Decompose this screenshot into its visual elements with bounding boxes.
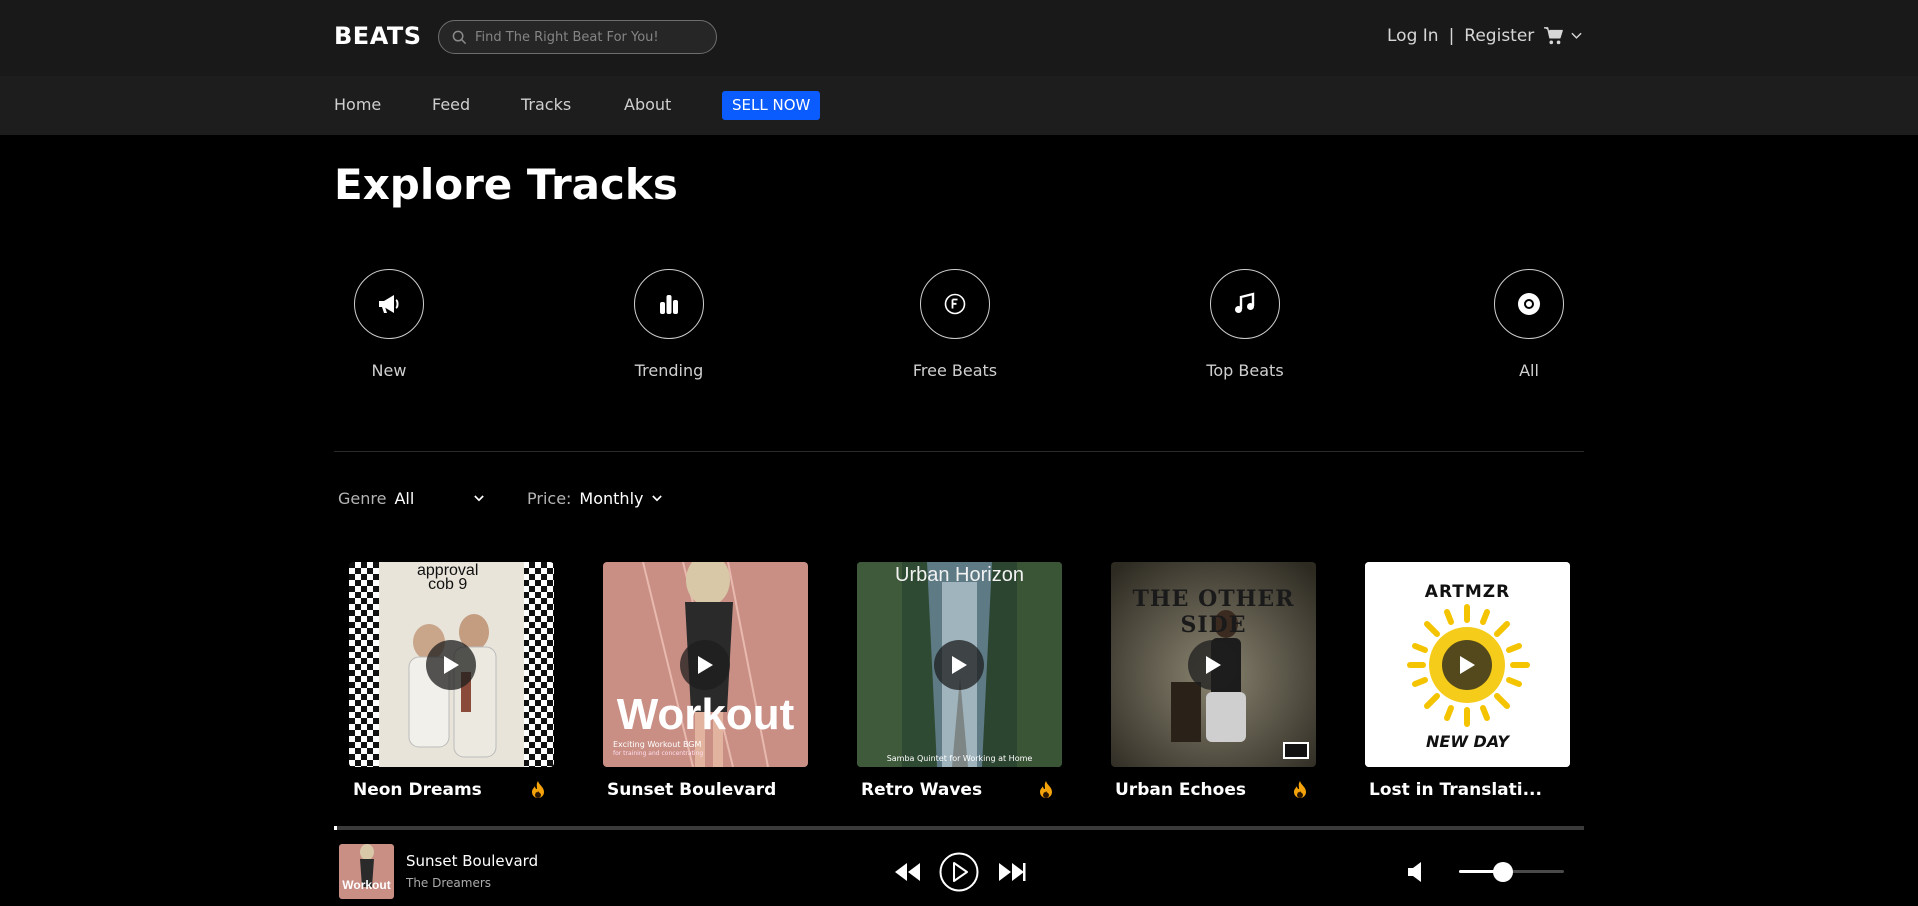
nav-home[interactable]: Home xyxy=(334,95,381,114)
play-button[interactable] xyxy=(1442,640,1492,690)
cover-text: Urban Horizon xyxy=(895,564,1024,586)
vinyl-disc-icon xyxy=(1518,293,1540,315)
price-value: Monthly xyxy=(579,489,644,508)
track-cover: Workout Exciting Workout BGM for trainin… xyxy=(603,562,808,767)
thumbnail-text: Workout xyxy=(342,878,391,892)
play-icon xyxy=(1206,656,1221,674)
track-title[interactable]: Lost in Translati... xyxy=(1369,780,1549,800)
category-label: New xyxy=(371,361,407,380)
play-button[interactable] xyxy=(426,640,476,690)
cover-subtext: Exciting Workout BGM xyxy=(613,740,702,749)
login-link[interactable]: Log In xyxy=(1387,26,1439,46)
bar-chart-icon xyxy=(660,295,678,314)
sell-now-button[interactable]: SELL NOW xyxy=(722,91,821,120)
previous-button[interactable] xyxy=(893,861,921,887)
cart-icon xyxy=(1544,27,1563,45)
category-label: Top Beats xyxy=(1206,361,1284,380)
price-filter: Price: Monthly xyxy=(527,489,663,508)
auth-separator: | xyxy=(1448,26,1455,46)
cover-subtext: for training and concentrating xyxy=(613,750,704,757)
category-trending[interactable]: Trending xyxy=(599,269,739,380)
play-pause-button[interactable] xyxy=(939,852,979,896)
genre-filter: Genre All xyxy=(338,489,485,508)
play-icon xyxy=(952,656,967,674)
category-free-beats[interactable]: Free Beats xyxy=(885,269,1025,380)
page-title: Explore Tracks xyxy=(334,160,678,209)
track-title[interactable]: Retro Waves xyxy=(861,780,1041,800)
fire-icon xyxy=(1040,781,1052,798)
genre-select[interactable]: All xyxy=(394,489,485,508)
chevron-down-icon xyxy=(652,495,663,502)
category-all[interactable]: All xyxy=(1459,269,1599,380)
nav-feed[interactable]: Feed xyxy=(432,95,470,114)
track-cover: THE OTHER SIDE xyxy=(1111,562,1316,767)
track-card[interactable]: Workout Exciting Workout BGM for trainin… xyxy=(603,562,808,800)
track-title[interactable]: Neon Dreams xyxy=(353,780,533,800)
cover-text: THE OTHER SIDE xyxy=(1132,586,1295,638)
price-select[interactable]: Monthly xyxy=(579,489,663,508)
chevron-down-icon xyxy=(1571,32,1582,39)
rewind-icon xyxy=(895,863,920,881)
cart-button[interactable] xyxy=(1543,26,1582,46)
search-input[interactable] xyxy=(475,26,705,48)
now-playing-artist[interactable]: The Dreamers xyxy=(406,876,491,890)
track-card[interactable]: Urban Horizon Samba Quintet for Working … xyxy=(857,562,1062,800)
category-label: Free Beats xyxy=(912,361,998,380)
track-card[interactable]: approval cob 9 Neon Dreams xyxy=(349,562,554,800)
playback-progress-bar[interactable] xyxy=(334,826,1584,830)
mute-button[interactable] xyxy=(1407,861,1425,887)
category-label: All xyxy=(1519,361,1539,380)
now-playing-title[interactable]: Sunset Boulevard xyxy=(406,852,538,870)
play-icon xyxy=(1460,656,1475,674)
section-divider xyxy=(334,451,1584,452)
music-note-icon xyxy=(1235,292,1255,313)
track-title[interactable]: Urban Echoes xyxy=(1115,780,1295,800)
play-button[interactable] xyxy=(1188,640,1238,690)
cover-text: Workout xyxy=(616,690,795,739)
nav-about[interactable]: About xyxy=(624,95,671,114)
cover-text: ARTMZR xyxy=(1424,582,1511,602)
category-top-beats[interactable]: Top Beats xyxy=(1175,269,1315,380)
chevron-down-icon xyxy=(474,495,485,502)
search-icon xyxy=(452,30,467,45)
play-circle-icon xyxy=(939,852,979,892)
play-button[interactable] xyxy=(680,640,730,690)
volume-icon xyxy=(1408,862,1421,882)
brand-logo[interactable]: BEATS xyxy=(334,22,422,50)
volume-knob[interactable] xyxy=(1493,862,1514,882)
play-icon xyxy=(444,656,459,674)
search-box[interactable] xyxy=(438,20,717,54)
auth-links: Log In | Register xyxy=(1387,26,1534,46)
play-icon xyxy=(698,656,713,674)
play-button[interactable] xyxy=(934,640,984,690)
genre-value: All xyxy=(394,489,415,508)
category-new[interactable]: New xyxy=(319,269,459,380)
next-button[interactable] xyxy=(998,861,1026,887)
price-label: Price: xyxy=(527,489,572,508)
category-label: Trending xyxy=(634,361,704,380)
track-cover: ARTMZR NEW DAY xyxy=(1365,562,1570,767)
genre-label: Genre xyxy=(338,489,387,508)
megaphone-icon xyxy=(379,295,399,313)
track-card[interactable]: ARTMZR NEW DAY Lost in Translati... xyxy=(1365,562,1570,800)
nav-bar: Home Feed Tracks About SELL NOW xyxy=(0,76,1918,135)
cover-subtext: Samba Quintet for Working at Home xyxy=(886,754,1033,763)
track-cover: Urban Horizon Samba Quintet for Working … xyxy=(857,562,1062,767)
fire-icon xyxy=(532,781,544,798)
top-bar: BEATS Log In | Register xyxy=(0,0,1918,76)
progress-fill xyxy=(334,826,337,830)
cover-subtext: NEW DAY xyxy=(1426,732,1509,751)
now-playing-thumbnail: Workout xyxy=(339,844,394,899)
register-link[interactable]: Register xyxy=(1464,26,1534,46)
cover-text: approval cob 9 xyxy=(417,562,479,593)
track-title[interactable]: Sunset Boulevard xyxy=(607,780,787,800)
fast-forward-icon xyxy=(999,863,1026,881)
track-cover: approval cob 9 xyxy=(349,562,554,767)
track-card[interactable]: THE OTHER SIDE Urban Echoes xyxy=(1111,562,1316,800)
free-circle-icon xyxy=(944,293,966,315)
nav-tracks[interactable]: Tracks xyxy=(521,95,571,114)
fire-icon xyxy=(1294,781,1306,798)
